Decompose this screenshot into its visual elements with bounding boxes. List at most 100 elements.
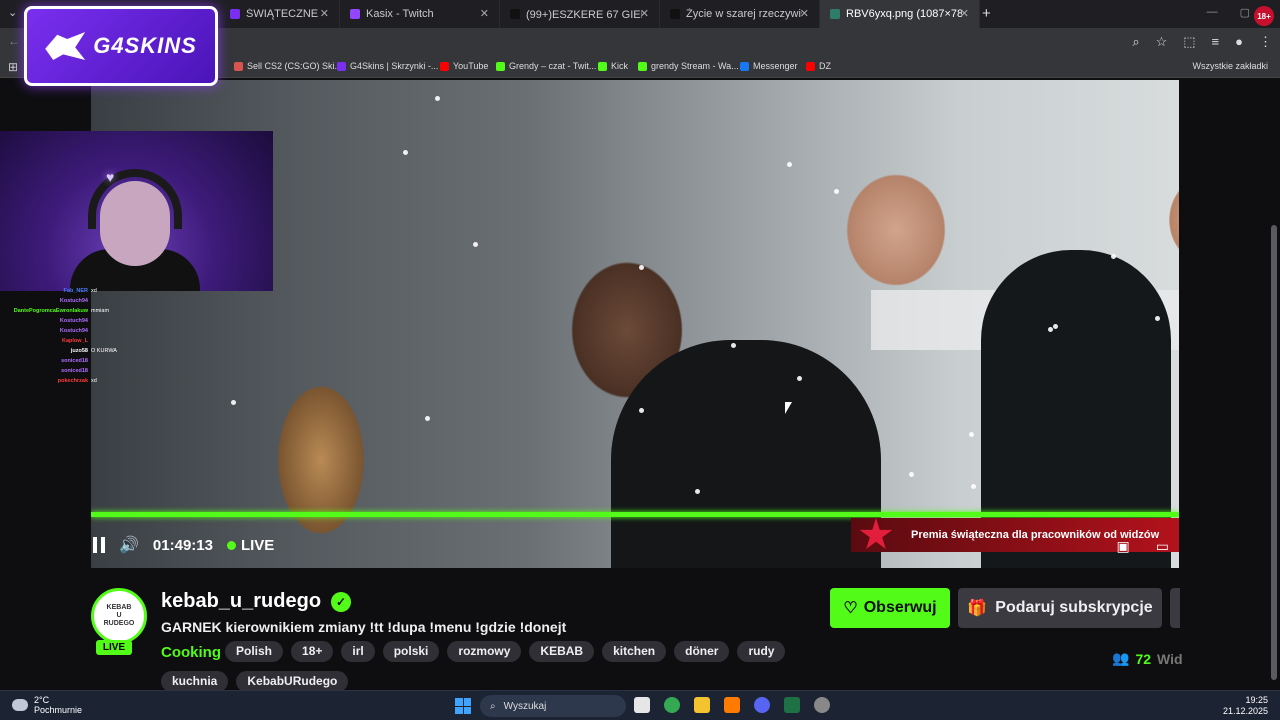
- windows-taskbar: 2°C Pochmurnie ⌕ Wyszukaj 19:25 21.12.202…: [0, 690, 1280, 720]
- bookmark-item[interactable]: grendy Stream - Wa...: [638, 61, 739, 71]
- browser-tab[interactable]: Życie w szarej rzeczywistości e✕: [660, 0, 820, 28]
- streamer-webcam: ♥: [0, 131, 273, 291]
- maximize-icon[interactable]: ▢: [1240, 6, 1250, 19]
- tab-close-icon[interactable]: ✕: [480, 7, 489, 20]
- verified-icon: ✓: [331, 592, 351, 612]
- person-center: [611, 340, 881, 568]
- chat-text: [88, 316, 91, 326]
- volume-icon[interactable]: 🔊: [119, 535, 139, 555]
- headphones: [88, 169, 182, 229]
- channel-info: KEBAB U RUDEGO LIVE kebab_u_rudego ✓ GAR…: [91, 588, 1191, 692]
- profile-icon[interactable]: ●: [1235, 34, 1243, 50]
- snowflake: [969, 432, 974, 437]
- channel-name[interactable]: kebab_u_rudego: [161, 590, 321, 613]
- minimize-icon[interactable]: —: [1207, 6, 1218, 19]
- tag-chip[interactable]: kitchen: [602, 641, 667, 662]
- gift-sub-button[interactable]: 🎁 Podaruj subskrypcje: [958, 588, 1162, 628]
- bookmark-item[interactable]: Sell CS2 (CS:GO) Ski...: [234, 61, 342, 71]
- new-tab-button[interactable]: +: [982, 5, 991, 22]
- chat-username: DantePogromcaEwronlakuw: [13, 308, 88, 314]
- apps-grid-icon[interactable]: ⊞: [8, 60, 18, 74]
- snowflake: [971, 484, 976, 489]
- browser-tab[interactable]: Kasix - Twitch ✕: [340, 0, 500, 28]
- snowflake: [731, 343, 736, 348]
- weather-widget[interactable]: 2°C Pochmurnie: [12, 695, 82, 715]
- tab-close-icon[interactable]: ✕: [960, 7, 969, 20]
- tag-chip[interactable]: 18+: [291, 641, 334, 662]
- bookmark-favicon-icon: [234, 61, 243, 71]
- discord-icon[interactable]: [754, 697, 770, 713]
- snowflake: [797, 376, 802, 381]
- tags-row-2: kuchnia KebabURudego: [161, 671, 349, 692]
- extensions-icon[interactable]: ⬚: [1183, 34, 1195, 50]
- bookmark-item[interactable]: Grendy – czat - Twit...: [496, 61, 596, 71]
- bookmark-star-icon[interactable]: ☆: [1156, 34, 1168, 50]
- menu-icon[interactable]: ⋮: [1259, 34, 1272, 50]
- snowflake: [1111, 254, 1116, 259]
- wolf-logo-icon: [45, 32, 86, 60]
- taskbar-search[interactable]: ⌕ Wyszukaj: [480, 695, 626, 717]
- steam-icon[interactable]: [814, 697, 830, 713]
- file-explorer-icon[interactable]: [694, 697, 710, 713]
- chat-username: Kostuch94: [59, 298, 88, 304]
- chrome-icon[interactable]: [664, 697, 680, 713]
- browser-tab[interactable]: (99+)ESZKERE 67 GIERAS 👾 /✕: [500, 0, 660, 28]
- app-icon[interactable]: [724, 697, 740, 713]
- bookmark-item[interactable]: Kick: [598, 61, 628, 71]
- viewer-count: 👥 72 Wid: [1112, 650, 1183, 667]
- tab-close-icon[interactable]: ✕: [800, 7, 809, 20]
- tag-chip[interactable]: polski: [382, 641, 440, 662]
- chat-message: Fab_NER xd: [0, 286, 120, 296]
- start-icon[interactable]: [455, 698, 471, 714]
- live-badge: LIVE: [96, 640, 132, 655]
- pip-icon[interactable]: ▣: [1117, 538, 1130, 555]
- live-progress-bar[interactable]: [91, 512, 1179, 517]
- chat-text: xd: [91, 378, 97, 384]
- chat-username: soniced18: [61, 358, 88, 364]
- excel-icon[interactable]: [784, 697, 800, 713]
- tag-chip[interactable]: rudy: [737, 641, 786, 662]
- snowflake: [787, 162, 792, 167]
- chat-username: pokechrzak: [57, 378, 88, 384]
- bookmark-item[interactable]: Messenger: [740, 61, 798, 71]
- snowflake: [403, 150, 408, 155]
- tag-chip[interactable]: KebabURudego: [236, 671, 349, 692]
- heart-icon: ♡: [843, 600, 858, 617]
- more-button[interactable]: [1170, 588, 1180, 628]
- mouse-cursor-icon: [785, 402, 792, 414]
- tag-chip[interactable]: kuchnia: [161, 671, 229, 692]
- zoom-icon[interactable]: ⌕: [1132, 34, 1139, 50]
- snowflake: [639, 408, 644, 413]
- snowflake: [834, 189, 839, 194]
- task-view-icon[interactable]: [634, 697, 650, 713]
- profile-avatar[interactable]: 18+: [1254, 6, 1274, 26]
- channel-avatar[interactable]: KEBAB U RUDEGO: [91, 588, 147, 644]
- chat-text: [88, 336, 91, 346]
- back-icon[interactable]: ←: [8, 34, 20, 48]
- system-clock[interactable]: 19:25 21.12.2025: [1223, 695, 1268, 717]
- bookmark-item[interactable]: YouTube: [440, 61, 488, 71]
- tab-close-icon[interactable]: ✕: [320, 7, 329, 20]
- tag-chip[interactable]: KEBAB: [529, 641, 595, 662]
- tag-chip[interactable]: döner: [674, 641, 730, 662]
- tag-chip[interactable]: rozmowy: [447, 641, 522, 662]
- all-bookmarks[interactable]: Wszystkie zakładki: [1192, 61, 1268, 71]
- snowflake: [909, 472, 914, 477]
- tab-list-icon[interactable]: ⌄: [8, 6, 17, 19]
- tag-chip[interactable]: irl: [341, 641, 375, 662]
- browser-tab[interactable]: ŚWIĄTECZNE MINIGAMES✕: [220, 0, 340, 28]
- bookmark-item[interactable]: DZ: [806, 61, 831, 71]
- tab-favicon-icon: [350, 9, 360, 19]
- page-scrollbar[interactable]: [1271, 225, 1277, 680]
- chat-message: juzo58 O KURWA: [0, 346, 120, 356]
- neon-sign-icon: ♥: [106, 169, 115, 185]
- bookmark-item[interactable]: G4Skins | Skrzynki -...: [337, 61, 438, 71]
- category-link[interactable]: Cooking: [161, 644, 221, 661]
- pause-icon[interactable]: [93, 537, 105, 553]
- media-icon[interactable]: ≡: [1212, 34, 1220, 50]
- tag-chip[interactable]: Polish: [225, 641, 284, 662]
- follow-button[interactable]: ♡ Obserwuj: [830, 588, 950, 628]
- theater-icon[interactable]: ▭: [1156, 538, 1169, 555]
- browser-tab[interactable]: RBV6yxq.png (1087×785) ✕: [820, 0, 980, 28]
- tab-close-icon[interactable]: ✕: [640, 7, 649, 20]
